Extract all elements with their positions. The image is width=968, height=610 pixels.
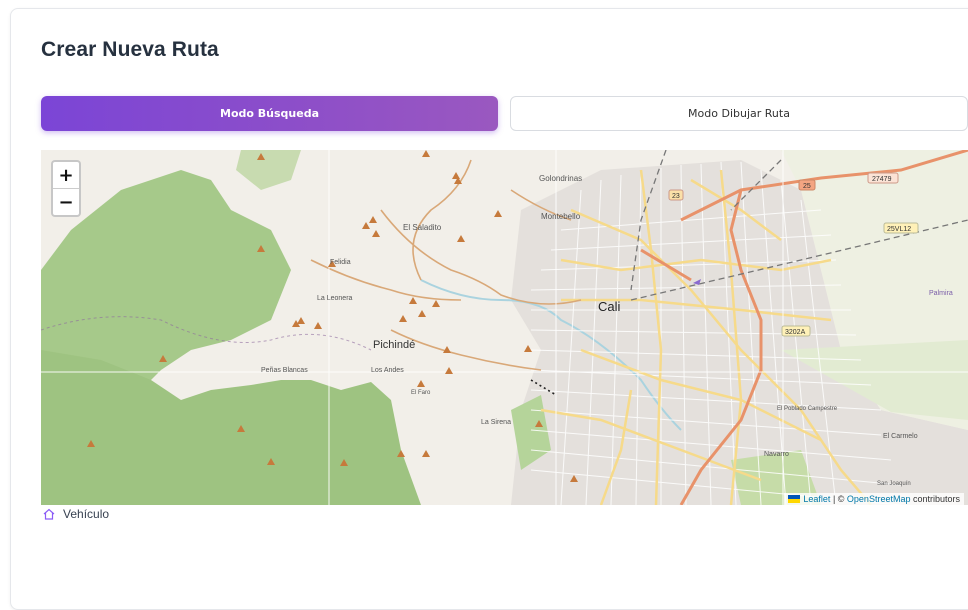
label-la-sirena: La Sirena <box>481 419 511 426</box>
zoom-in-button[interactable]: + <box>53 162 79 189</box>
draw-route-mode-button[interactable]: Modo Dibujar Ruta <box>510 96 968 131</box>
svg-text:23: 23 <box>672 193 680 200</box>
svg-text:25: 25 <box>803 183 811 190</box>
vehicle-section: Vehículo <box>43 505 109 523</box>
page-title: Crear Nueva Ruta <box>41 38 219 61</box>
label-felidia: Felidia <box>330 259 351 266</box>
label-el-carmelo: El Carmelo <box>883 433 918 440</box>
label-golondrinas: Golondrinas <box>539 174 582 183</box>
label-san-joaquin: San Joaquín <box>877 481 911 487</box>
label-los-andes: Los Andes <box>371 367 404 374</box>
vehicle-label: Vehículo <box>63 507 110 521</box>
house-icon <box>43 508 55 520</box>
svg-text:3202A: 3202A <box>785 329 806 336</box>
label-montebello: Montebello <box>541 212 581 221</box>
svg-text:25VL12: 25VL12 <box>887 226 911 233</box>
label-el-poblado-campestre: El Poblado Campestre <box>777 406 838 412</box>
attribution-separator: | © <box>830 494 847 504</box>
map-attribution: Leaflet | © OpenStreetMap contributors <box>784 493 964 505</box>
label-la-leonera: La Leonera <box>317 295 353 302</box>
label-el-faro: El Faro <box>411 390 431 396</box>
attribution-suffix: contributors <box>910 494 960 504</box>
map-tiles: 25 27479 23 25VL12 3202A Golondrinas Mon… <box>41 150 968 505</box>
label-pichinde: Pichindé <box>373 339 415 351</box>
map-view[interactable]: 25 27479 23 25VL12 3202A Golondrinas Mon… <box>41 150 968 505</box>
search-mode-button[interactable]: Modo Búsqueda <box>41 96 498 131</box>
label-el-saladito: El Saladito <box>403 223 442 232</box>
zoom-control: + − <box>51 160 81 217</box>
ukraine-flag-icon <box>788 495 801 503</box>
label-navarro: Navarro <box>764 451 789 458</box>
openstreetmap-link[interactable]: OpenStreetMap <box>847 494 911 504</box>
svg-text:27479: 27479 <box>872 176 892 183</box>
leaflet-link[interactable]: Leaflet <box>803 494 830 504</box>
label-cali: Cali <box>598 299 621 314</box>
label-penas-blancas: Peñas Blancas <box>261 367 308 374</box>
label-palmira: Palmira <box>929 290 953 297</box>
zoom-out-button[interactable]: − <box>53 189 79 215</box>
